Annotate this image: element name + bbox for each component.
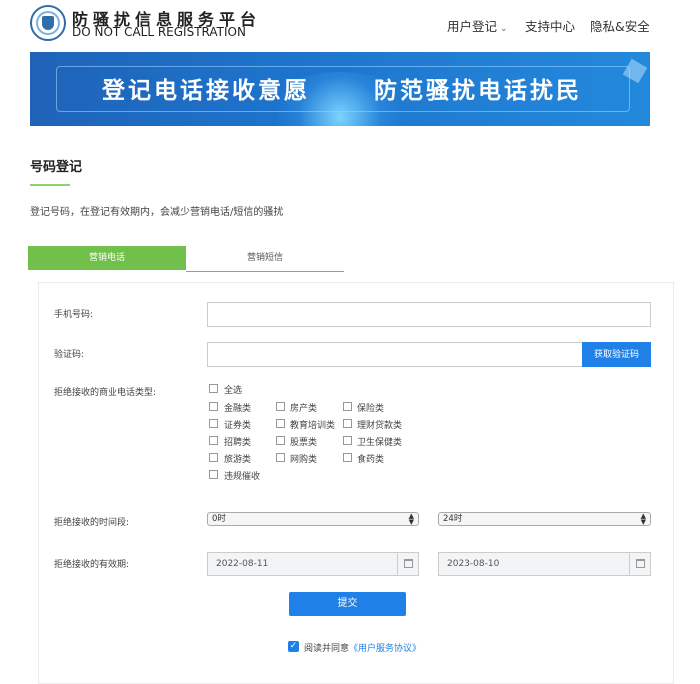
type-label: 违规催收 bbox=[224, 472, 261, 482]
select-arrows-icon: ▲ ▼ bbox=[640, 512, 646, 526]
time-end-select[interactable]: 24时 ▲ ▼ bbox=[438, 512, 651, 526]
type-label: 金融类 bbox=[224, 404, 252, 414]
type-label: 食药类 bbox=[357, 455, 385, 465]
type-checkbox[interactable] bbox=[343, 436, 352, 445]
type-label: 证券类 bbox=[224, 421, 252, 431]
nav-support-center[interactable]: 支持中心 bbox=[525, 16, 575, 35]
date-end-input[interactable]: 2023-08-10 bbox=[438, 552, 651, 576]
title-underline bbox=[30, 184, 70, 186]
time-start-value: 0时 bbox=[212, 514, 226, 524]
nav-user-register-label: 用户登记 bbox=[447, 19, 498, 34]
agree-prefix: 阅读并同意 bbox=[304, 644, 350, 654]
submit-button[interactable]: 提交 bbox=[289, 592, 406, 616]
nav-user-register[interactable]: 用户登记 ⌄ bbox=[447, 16, 508, 35]
select-all-checkbox[interactable] bbox=[209, 384, 218, 393]
checkmark-icon: ✓ bbox=[289, 641, 298, 651]
type-checkbox[interactable] bbox=[209, 419, 218, 428]
type-checkbox[interactable] bbox=[276, 402, 285, 411]
type-label: 卫生保健类 bbox=[357, 438, 403, 448]
type-checkbox[interactable] bbox=[209, 436, 218, 445]
tab-marketing-sms[interactable]: 营销短信 bbox=[186, 246, 344, 272]
tab-marketing-calls[interactable]: 营销电话 bbox=[28, 246, 186, 270]
phone-label: 手机号码: bbox=[54, 310, 94, 320]
type-label: 网购类 bbox=[290, 455, 318, 465]
validity-period-label: 拒绝接收的有效期: bbox=[54, 560, 130, 570]
date-start-value: 2022-08-11 bbox=[216, 559, 269, 569]
type-label: 招聘类 bbox=[224, 438, 252, 448]
time-end-value: 24时 bbox=[443, 514, 463, 524]
service-agreement-link[interactable]: 《用户服务协议》 bbox=[349, 644, 421, 654]
agree-checkbox[interactable]: ✓ bbox=[288, 641, 299, 652]
date-start-input[interactable]: 2022-08-11 bbox=[207, 552, 419, 576]
nav-privacy-security[interactable]: 隐私&安全 bbox=[590, 16, 650, 35]
phone-input[interactable] bbox=[207, 302, 651, 327]
calendar-icon[interactable] bbox=[636, 559, 645, 568]
verify-code-label: 验证码: bbox=[54, 350, 85, 360]
type-label: 股票类 bbox=[290, 438, 318, 448]
time-start-select[interactable]: 0时 ▲ ▼ bbox=[207, 512, 419, 526]
type-checkbox[interactable] bbox=[276, 453, 285, 462]
page-title: 号码登记 bbox=[30, 160, 83, 175]
brand-name-en: DO NOT CALL REGISTRATION bbox=[72, 25, 246, 39]
type-checkbox[interactable] bbox=[276, 436, 285, 445]
banner-slogan-right: 防范骚扰电话扰民 bbox=[374, 78, 582, 104]
select-all-label: 全选 bbox=[224, 386, 243, 396]
page-description: 登记号码，在登记有效期内，会减少营销电话/短信的骚扰 bbox=[30, 207, 284, 218]
date-divider bbox=[397, 553, 398, 575]
type-label: 房产类 bbox=[290, 404, 318, 414]
call-types-label: 拒绝接收的商业电话类型: bbox=[54, 388, 157, 398]
type-label: 旅游类 bbox=[224, 455, 252, 465]
type-checkbox[interactable] bbox=[209, 470, 218, 479]
type-checkbox[interactable] bbox=[343, 402, 352, 411]
calendar-icon[interactable] bbox=[404, 559, 413, 568]
type-checkbox[interactable] bbox=[343, 453, 352, 462]
banner-slogan-left: 登记电话接收意愿 bbox=[102, 78, 310, 104]
type-label: 教育培训类 bbox=[290, 421, 336, 431]
shield-icon bbox=[42, 16, 54, 30]
type-checkbox[interactable] bbox=[343, 419, 352, 428]
chevron-down-icon: ⌄ bbox=[500, 24, 508, 34]
type-label: 理财贷款类 bbox=[357, 421, 403, 431]
type-label: 保险类 bbox=[357, 404, 385, 414]
type-checkbox[interactable] bbox=[276, 419, 285, 428]
platform-logo[interactable] bbox=[30, 5, 66, 41]
agree-text: 阅读并同意《用户服务协议》 bbox=[304, 641, 421, 654]
type-checkbox[interactable] bbox=[209, 402, 218, 411]
get-code-button[interactable]: 获取验证码 bbox=[582, 342, 651, 367]
hero-banner: 登记电话接收意愿 防范骚扰电话扰民 bbox=[30, 52, 650, 126]
type-checkbox[interactable] bbox=[209, 453, 218, 462]
date-end-value: 2023-08-10 bbox=[447, 559, 500, 569]
time-range-label: 拒绝接收的时间段: bbox=[54, 518, 130, 528]
select-arrows-icon: ▲ ▼ bbox=[408, 512, 414, 526]
verify-code-input[interactable] bbox=[207, 342, 583, 367]
date-divider bbox=[629, 553, 630, 575]
